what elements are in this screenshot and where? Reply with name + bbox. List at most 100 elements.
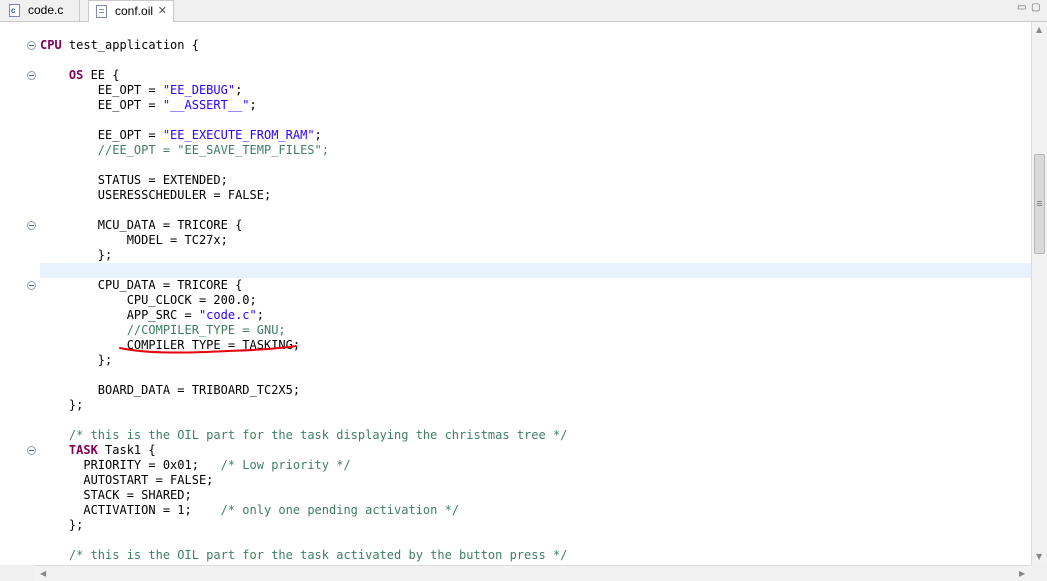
code-token: TASK xyxy=(68,443,98,457)
code-token: ACTIVATION = 1; xyxy=(40,503,221,517)
code-token: EE_OPT = xyxy=(40,98,163,112)
fold-toggle-icon[interactable] xyxy=(27,446,36,455)
code-token: BOARD_DATA = TRIBOARD_TC2X5; xyxy=(40,383,301,397)
code-token: //EE_OPT = "EE_SAVE_TEMP_FILES"; xyxy=(97,143,329,157)
editor-tab-bar: c code.c conf.oil ✕ ▭ ▢ xyxy=(0,0,1047,23)
fold-toggle-icon[interactable] xyxy=(27,281,36,290)
code-line: //EE_OPT = "EE_SAVE_TEMP_FILES"; xyxy=(40,143,329,158)
code-token: MODEL = TC27x; xyxy=(40,233,228,247)
code-token: PRIORITY = 0x01; xyxy=(40,458,221,472)
code-line: EE_OPT = "__ASSERT__"; xyxy=(40,98,257,113)
red-underline-annotation xyxy=(119,345,297,354)
code-line: TASK Task1 { xyxy=(40,443,156,458)
code-line: /* this is the OIL part for the task act… xyxy=(40,548,568,563)
tab-label: code.c xyxy=(28,3,64,17)
code-token: EE_OPT = xyxy=(40,83,163,97)
code-token: MCU_DATA = TRICORE { xyxy=(40,218,243,232)
code-token: /* this is the OIL part for the task dis… xyxy=(68,428,568,442)
code-line: CPU_DATA = TRICORE { xyxy=(40,278,243,293)
code-token: EE { xyxy=(83,68,120,82)
code-token: /* Low priority */ xyxy=(220,458,351,472)
code-token: }; xyxy=(40,248,113,262)
code-line: CPU_CLOCK = 200.0; xyxy=(40,293,257,308)
code-line: EE_OPT = "EE_EXECUTE_FROM_RAM"; xyxy=(40,128,322,143)
scroll-right-icon[interactable]: ▶ xyxy=(1019,569,1025,578)
code-token: Task1 { xyxy=(97,443,156,457)
code-token: }; xyxy=(40,398,84,412)
code-line: APP_SRC = "code.c"; xyxy=(40,308,264,323)
maximize-icon[interactable]: ▢ xyxy=(1031,2,1040,13)
c-file-icon: c xyxy=(9,4,20,17)
vertical-scroll-thumb[interactable] xyxy=(1034,154,1045,254)
code-line: MCU_DATA = TRICORE { xyxy=(40,218,243,233)
code-line: }; xyxy=(40,518,83,533)
scroll-up-icon[interactable]: ▲ xyxy=(1036,25,1042,34)
code-token: APP_SRC = xyxy=(40,308,199,322)
code-token: /* only one pending activation */ xyxy=(220,503,460,517)
minimize-icon[interactable]: ▭ xyxy=(1017,2,1026,13)
code-line: /* this is the OIL part for the task dis… xyxy=(40,428,568,443)
code-line: EE_OPT = "EE_DEBUG"; xyxy=(40,83,243,98)
code-line: }; xyxy=(40,353,112,368)
code-line: MODEL = TC27x; xyxy=(40,233,228,248)
tab-code-c[interactable]: c code.c xyxy=(2,0,80,22)
code-line: //COMPILER_TYPE = GNU; xyxy=(40,323,286,338)
fold-toggle-icon[interactable] xyxy=(27,221,36,230)
code-line: CPU test_application { xyxy=(40,38,199,53)
code-line: STACK = SHARED; xyxy=(40,488,192,503)
close-icon[interactable]: ✕ xyxy=(158,1,167,22)
tab-label: conf.oil xyxy=(115,4,154,18)
code-token: EE_OPT = xyxy=(40,128,163,142)
code-token: "code.c" xyxy=(198,308,257,322)
code-line: AUTOSTART = FALSE; xyxy=(40,473,213,488)
code-token: OS xyxy=(68,68,84,82)
window-controls: ▭ ▢ xyxy=(1017,2,1045,16)
code-token: CPU_DATA = TRICORE { xyxy=(40,278,243,292)
code-token: }; xyxy=(40,353,113,367)
code-line: ACTIVATION = 1; /* only one pending acti… xyxy=(40,503,459,518)
code-token: "EE_DEBUG" xyxy=(162,83,236,97)
horizontal-scrollbar[interactable]: ◀ ▶ xyxy=(34,565,1031,581)
code-token: "EE_EXECUTE_FROM_RAM" xyxy=(162,128,315,142)
scrollbar-corner xyxy=(1031,565,1047,581)
code-token: /* this is the OIL part for the task act… xyxy=(68,548,568,562)
code-token: CPU xyxy=(40,38,62,52)
code-token: ; xyxy=(249,98,257,112)
code-line: }; xyxy=(40,398,83,413)
scroll-down-icon[interactable]: ▼ xyxy=(1036,552,1042,561)
code-line: USERESSCHEDULER = FALSE; xyxy=(40,188,271,203)
grip-icon xyxy=(1037,201,1042,207)
code-token: STACK = SHARED; xyxy=(40,488,192,502)
code-line: BOARD_DATA = TRIBOARD_TC2X5; xyxy=(40,383,300,398)
code-token: "__ASSERT__" xyxy=(162,98,250,112)
scroll-left-icon[interactable]: ◀ xyxy=(40,569,46,578)
fold-toggle-icon[interactable] xyxy=(27,71,36,80)
code-token: AUTOSTART = FALSE; xyxy=(40,473,214,487)
tab-conf-oil[interactable]: conf.oil ✕ xyxy=(88,0,174,23)
code-line: }; xyxy=(40,248,112,263)
code-token: test_application { xyxy=(61,38,199,52)
code-token: CPU_CLOCK = 200.0; xyxy=(40,293,257,307)
code-editor[interactable]: CPU test_application { OS EE { EE_OPT = … xyxy=(0,22,1031,565)
code-token: ; xyxy=(256,308,264,322)
code-line: OS EE { xyxy=(40,68,120,83)
gutter-footer xyxy=(0,565,34,581)
code-line: PRIORITY = 0x01; /* Low priority */ xyxy=(40,458,351,473)
code-token: //COMPILER_TYPE = GNU; xyxy=(126,323,286,337)
vertical-scrollbar[interactable]: ▲ ▼ xyxy=(1031,22,1047,565)
code-token: ; xyxy=(235,83,243,97)
code-line: STATUS = EXTENDED; xyxy=(40,173,228,188)
fold-toggle-icon[interactable] xyxy=(27,41,36,50)
code-token: ; xyxy=(314,128,322,142)
code-token: STATUS = EXTENDED; xyxy=(40,173,228,187)
code-token: }; xyxy=(40,518,84,532)
text-file-icon xyxy=(96,5,107,18)
current-line-highlight xyxy=(40,263,1031,278)
code-token: USERESSCHEDULER = FALSE; xyxy=(40,188,272,202)
